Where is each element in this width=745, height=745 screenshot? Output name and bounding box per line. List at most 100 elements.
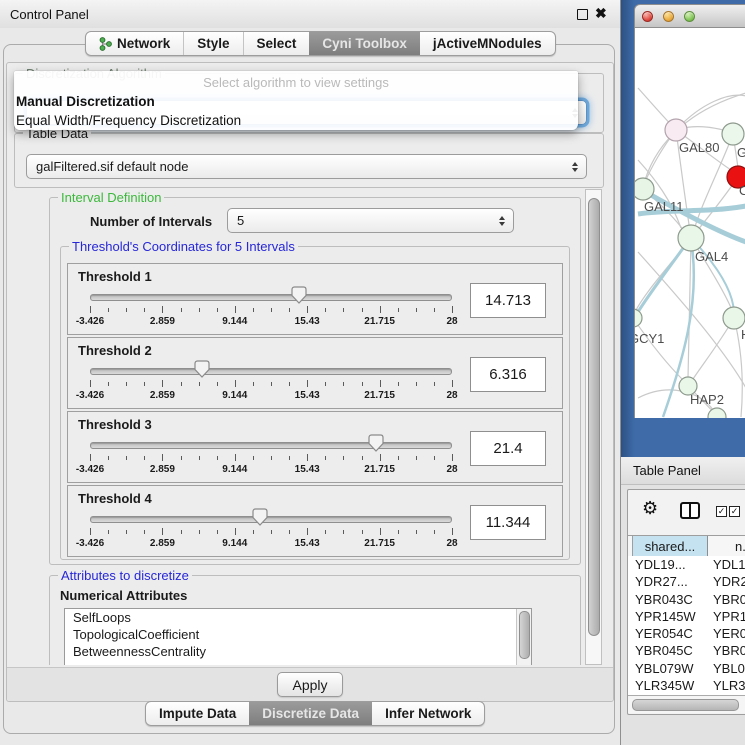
float-window-icon[interactable] bbox=[577, 9, 588, 20]
tab-impute-data[interactable]: Impute Data bbox=[146, 702, 249, 725]
network-edge[interactable] bbox=[635, 318, 683, 380]
attribute-item-topologicalcoefficient[interactable]: TopologicalCoefficient bbox=[65, 626, 531, 643]
tab-cyni-toolbox[interactable]: Cyni Toolbox bbox=[309, 32, 420, 55]
threshold-value-field[interactable]: 6.316 bbox=[470, 357, 546, 392]
table-data-combobox[interactable]: galFiltered.sif default node bbox=[26, 154, 587, 179]
table-row[interactable]: YBL079WYBL0 bbox=[628, 660, 745, 677]
table-row[interactable]: YBR045CYBR0 bbox=[628, 642, 745, 659]
slider-thumb-icon bbox=[368, 434, 384, 452]
slider-track[interactable] bbox=[90, 368, 452, 375]
settings-scrollbar[interactable] bbox=[585, 189, 602, 665]
network-canvas[interactable]: GAL80GACGAL11GAL4GCY1HHAP2 bbox=[634, 28, 745, 418]
tab-infer-network[interactable]: Infer Network bbox=[372, 702, 484, 725]
column-header-shared-name[interactable]: shared... bbox=[632, 536, 708, 557]
slider-thumb[interactable] bbox=[252, 508, 268, 526]
network-window-titlebar[interactable] bbox=[634, 4, 745, 28]
scale-label: 9.144 bbox=[222, 464, 247, 475]
popup-placeholder-item[interactable]: Select algorithm to view settings bbox=[14, 71, 578, 92]
tab-label: Infer Network bbox=[385, 706, 471, 721]
table-row[interactable]: YDL19...YDL1 bbox=[628, 556, 745, 573]
cell-shared-name: YPR145W bbox=[628, 608, 708, 625]
scale-label: -3.426 bbox=[76, 316, 104, 327]
tab-label: jActiveMNodules bbox=[433, 36, 542, 51]
scale-label: 9.144 bbox=[222, 538, 247, 549]
threshold-slider[interactable]: -3.4262.8599.14415.4321.71528 bbox=[90, 434, 452, 480]
table-panel-title: Table Panel bbox=[633, 463, 701, 478]
cell-name: YDR2 bbox=[708, 573, 745, 590]
network-graph: GAL80GACGAL11GAL4GCY1HHAP2 bbox=[635, 28, 745, 418]
close-icon[interactable]: ✖ bbox=[595, 5, 607, 22]
gear-icon[interactable]: ⚙ bbox=[642, 499, 658, 517]
checkbox-icon[interactable]: ✓ bbox=[729, 506, 740, 517]
slider-thumb[interactable] bbox=[194, 360, 210, 378]
slider-scale-labels: -3.4262.8599.14415.4321.71528 bbox=[90, 538, 452, 550]
settings-scroll-area: Interval Definition Number of Intervals … bbox=[13, 189, 587, 665]
attribute-item-betweennesscentrality[interactable]: BetweennessCentrality bbox=[65, 643, 531, 660]
tab-discretize-data[interactable]: Discretize Data bbox=[249, 702, 372, 725]
tab-network[interactable]: Network bbox=[86, 32, 183, 55]
scale-label: -3.426 bbox=[76, 464, 104, 475]
network-node[interactable] bbox=[678, 225, 704, 251]
scale-label: 15.43 bbox=[295, 464, 320, 475]
threshold-slider[interactable]: -3.4262.8599.14415.4321.71528 bbox=[90, 360, 452, 406]
thresholds-group: Threshold's Coordinates for 5 Intervals … bbox=[60, 246, 570, 560]
control-panel-titlebar: Control Panel ✖ bbox=[0, 0, 620, 28]
table-data-value: galFiltered.sif default node bbox=[36, 159, 188, 174]
network-node[interactable] bbox=[723, 307, 745, 329]
table-row[interactable]: YLR345WYLR3 bbox=[628, 677, 745, 694]
cell-name: YPR1 bbox=[708, 608, 745, 625]
slider-ticks bbox=[90, 454, 452, 462]
node-label: GAL4 bbox=[695, 249, 728, 264]
settings-scrollbar-thumb[interactable] bbox=[588, 198, 600, 636]
popup-item-manual-discretization[interactable]: Manual Discretization bbox=[14, 92, 578, 111]
threshold-value-field[interactable]: 21.4 bbox=[470, 431, 546, 466]
table-panel-titlebar: Table Panel bbox=[621, 457, 745, 485]
table-h-scrollbar-thumb[interactable] bbox=[632, 699, 739, 711]
zoom-window-icon[interactable] bbox=[684, 11, 695, 22]
slider-track[interactable] bbox=[90, 442, 452, 449]
threshold-label: Threshold 4 bbox=[78, 491, 152, 506]
minimize-window-icon[interactable] bbox=[663, 11, 674, 22]
tab-select[interactable]: Select bbox=[243, 32, 310, 55]
threshold-panel: Threshold 1 -3.4262.8599.14415.4321.7152… bbox=[67, 263, 563, 335]
threshold-value-field[interactable]: 14.713 bbox=[470, 283, 546, 318]
table-row[interactable]: YBR043CYBR0 bbox=[628, 591, 745, 608]
attributes-group: Attributes to discretize Numerical Attri… bbox=[49, 575, 581, 665]
checkbox-icon[interactable]: ✓ bbox=[716, 506, 727, 517]
close-window-icon[interactable] bbox=[642, 11, 653, 22]
scale-label: 15.43 bbox=[295, 316, 320, 327]
scale-label: 15.43 bbox=[295, 390, 320, 401]
table-row[interactable]: YPR145WYPR1 bbox=[628, 608, 745, 625]
table-row[interactable]: YER054CYER0 bbox=[628, 625, 745, 642]
network-node[interactable] bbox=[665, 119, 687, 141]
slider-thumb[interactable] bbox=[368, 434, 384, 452]
table-row[interactable]: YDR27...YDR2 bbox=[628, 573, 745, 590]
table-h-scrollbar[interactable] bbox=[628, 695, 745, 713]
network-node[interactable] bbox=[635, 178, 654, 200]
network-node[interactable] bbox=[635, 309, 642, 327]
scale-label: 2.859 bbox=[150, 390, 175, 401]
attribute-item-selfloops[interactable]: SelfLoops bbox=[65, 609, 531, 626]
tab-style[interactable]: Style bbox=[183, 32, 242, 55]
threshold-value-field[interactable]: 11.344 bbox=[470, 505, 546, 540]
threshold-slider[interactable]: -3.4262.8599.14415.4321.71528 bbox=[90, 286, 452, 332]
bottom-tab-bar: Impute DataDiscretize Data Infer Network bbox=[145, 701, 485, 726]
cell-shared-name: YDL19... bbox=[628, 556, 708, 573]
slider-track[interactable] bbox=[90, 516, 452, 523]
threshold-slider[interactable]: -3.4262.8599.14415.4321.71528 bbox=[90, 508, 452, 554]
apply-button[interactable]: Apply bbox=[277, 672, 342, 697]
column-header-name[interactable]: n... bbox=[712, 536, 745, 557]
slider-track[interactable] bbox=[90, 294, 452, 301]
scale-label: 28 bbox=[446, 538, 457, 549]
tab-jactivemnodules[interactable]: jActiveMNodules bbox=[420, 32, 555, 55]
list-scrollbar-thumb[interactable] bbox=[519, 611, 530, 659]
network-node[interactable] bbox=[722, 123, 744, 145]
popup-item-equal-width-frequency[interactable]: Equal Width/Frequency Discretization bbox=[14, 111, 578, 130]
slider-thumb[interactable] bbox=[291, 286, 307, 304]
split-columns-icon[interactable] bbox=[680, 502, 700, 519]
cyni-toolbox-content: Discretization Algorithm Table Data galF… bbox=[6, 62, 614, 702]
scale-label: 9.144 bbox=[222, 316, 247, 327]
number-of-intervals-combobox[interactable]: 5 bbox=[227, 208, 514, 233]
numerical-attributes-list[interactable]: SelfLoopsTopologicalCoefficientBetweenne… bbox=[64, 608, 532, 665]
list-scrollbar[interactable] bbox=[516, 609, 531, 665]
